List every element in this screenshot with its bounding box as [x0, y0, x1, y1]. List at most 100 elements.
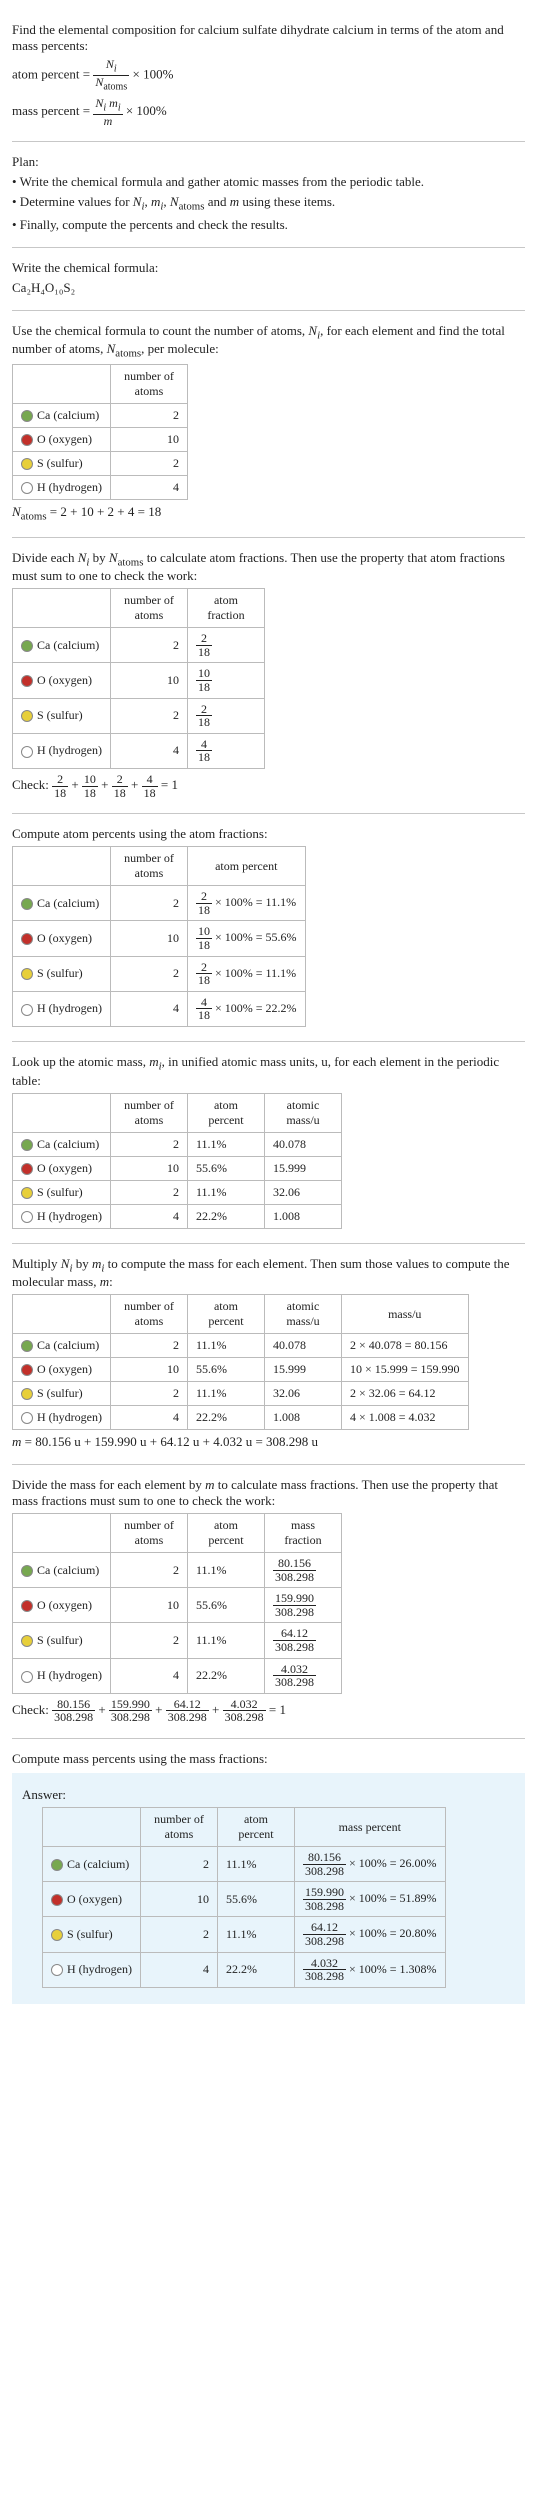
- table-row: H (hydrogen)422.2%1.008: [13, 1204, 342, 1228]
- table-row: H (hydrogen)422.2%1.0084 × 1.008 = 4.032: [13, 1406, 469, 1430]
- dot-icon: [21, 410, 33, 422]
- massfrac-table: number of atomsatom percentmass fraction…: [12, 1513, 342, 1694]
- atomfrac-text: Divide each Ni by Natoms to calculate at…: [12, 550, 525, 585]
- table-row: Ca (calcium)2218: [13, 628, 265, 663]
- atomicmass-section: Look up the atomic mass, mi, in unified …: [12, 1042, 525, 1244]
- dot-icon: [21, 482, 33, 494]
- atom-percent-equation: atom percent = Ni Natoms × 100%: [12, 58, 525, 93]
- table-row: H (hydrogen)4418 × 100% = 22.2%: [13, 991, 306, 1026]
- plan-b1: • Write the chemical formula and gather …: [12, 174, 525, 190]
- dot-icon: [21, 434, 33, 446]
- table-row: H (hydrogen)4: [13, 476, 188, 500]
- dot-icon: [21, 1671, 33, 1683]
- intro-section: Find the elemental composition for calci…: [12, 10, 525, 142]
- dot-icon: [21, 1340, 33, 1352]
- atompct-table: number of atomsatom percent Ca (calcium)…: [12, 846, 306, 1027]
- table-row: Ca (calcium)211.1%80.156308.298 × 100% =…: [43, 1847, 446, 1882]
- table-row: S (sulfur)2: [13, 452, 188, 476]
- atomicmass-table: number of atomsatom percentatomic mass/u…: [12, 1093, 342, 1229]
- molmass-table: number of atomsatom percentatomic mass/u…: [12, 1294, 469, 1430]
- plan-b2: • Determine values for Ni, mi, Natoms an…: [12, 194, 525, 213]
- dot-icon: [21, 1635, 33, 1647]
- molmass-section: Multiply Ni by mi to compute the mass fo…: [12, 1244, 525, 1466]
- atomfrac-check: Check: 218 + 1018 + 218 + 418 = 1: [12, 773, 525, 799]
- mass-percent-equation: mass percent = Ni mi m × 100%: [12, 97, 525, 127]
- table-row: O (oxygen)10: [13, 428, 188, 452]
- table-row: S (sulfur)211.1%32.06: [13, 1180, 342, 1204]
- dot-icon: [51, 1964, 63, 1976]
- dot-icon: [51, 1894, 63, 1906]
- dot-icon: [51, 1929, 63, 1941]
- massfrac-check: Check: 80.156308.298 + 159.990308.298 + …: [12, 1698, 525, 1724]
- dot-icon: [21, 933, 33, 945]
- dot-icon: [21, 1211, 33, 1223]
- table-row: O (oxygen)101018 × 100% = 55.6%: [13, 921, 306, 956]
- table-row: S (sulfur)211.1%64.12308.298: [13, 1623, 342, 1658]
- molmass-sum: m = 80.156 u + 159.990 u + 64.12 u + 4.0…: [12, 1434, 525, 1450]
- table-row: S (sulfur)2218 × 100% = 11.1%: [13, 956, 306, 991]
- atompct-text: Compute atom percents using the atom fra…: [12, 826, 525, 842]
- dot-icon: [21, 640, 33, 652]
- dot-icon: [21, 968, 33, 980]
- dot-icon: [51, 1859, 63, 1871]
- dot-icon: [21, 675, 33, 687]
- atomfrac-table: number of atomsatom fraction Ca (calcium…: [12, 588, 265, 769]
- plan-b3: • Finally, compute the percents and chec…: [12, 217, 525, 233]
- atom-pct-frac: Ni Natoms: [93, 58, 129, 93]
- molmass-text: Multiply Ni by mi to compute the mass fo…: [12, 1256, 525, 1291]
- times-100-a: × 100%: [132, 66, 173, 81]
- dot-icon: [21, 1187, 33, 1199]
- mass-pct-lhs: mass percent =: [12, 103, 90, 118]
- answer-intro: Compute mass percents using the mass fra…: [12, 1751, 525, 1767]
- col-num-atoms: number of atoms: [110, 365, 187, 404]
- formula-section: Write the chemical formula: Ca₂H₄O₁₀S₂: [12, 248, 525, 311]
- dot-icon: [21, 458, 33, 470]
- table-row: O (oxygen)1055.6%159.990308.298 × 100% =…: [43, 1882, 446, 1917]
- dot-icon: [21, 1163, 33, 1175]
- atomicmass-text: Look up the atomic mass, mi, in unified …: [12, 1054, 525, 1089]
- massfrac-section: Divide the mass for each element by m to…: [12, 1465, 525, 1739]
- table-row: Ca (calcium)211.1%40.078: [13, 1132, 342, 1156]
- answer-table: number of atomsatom percentmass percent …: [42, 1807, 446, 1988]
- natoms-sum: Natoms = 2 + 10 + 2 + 4 = 18: [12, 504, 525, 523]
- table-row: S (sulfur)2218: [13, 698, 265, 733]
- dot-icon: [21, 710, 33, 722]
- dot-icon: [21, 898, 33, 910]
- times-100-b: × 100%: [126, 103, 167, 118]
- dot-icon: [21, 1412, 33, 1424]
- dot-icon: [21, 1364, 33, 1376]
- formula-value: Ca₂H₄O₁₀S₂: [12, 280, 525, 296]
- answer-section: Compute mass percents using the mass fra…: [12, 1739, 525, 2014]
- table-row: O (oxygen)1055.6%15.99910 × 15.999 = 159…: [13, 1358, 469, 1382]
- table-row: Ca (calcium)2: [13, 404, 188, 428]
- answer-label: Answer:: [22, 1787, 515, 1803]
- formula-line: Write the chemical formula:: [12, 260, 525, 276]
- atompct-section: Compute atom percents using the atom fra…: [12, 814, 525, 1042]
- table-row: S (sulfur)211.1%32.062 × 32.06 = 64.12: [13, 1382, 469, 1406]
- dot-icon: [21, 746, 33, 758]
- table-row: H (hydrogen)422.2%4.032308.298 × 100% = …: [43, 1952, 446, 1987]
- table-row: O (oxygen)1055.6%15.999: [13, 1156, 342, 1180]
- table-row: O (oxygen)1055.6%159.990308.298: [13, 1588, 342, 1623]
- count-text: Use the chemical formula to count the nu…: [12, 323, 525, 360]
- table-row: Ca (calcium)211.1%40.0782 × 40.078 = 80.…: [13, 1334, 469, 1358]
- atomfrac-section: Divide each Ni by Natoms to calculate at…: [12, 538, 525, 815]
- plan-title: Plan:: [12, 154, 525, 170]
- atom-pct-lhs: atom percent =: [12, 66, 90, 81]
- plan-section: Plan: • Write the chemical formula and g…: [12, 142, 525, 248]
- intro-text: Find the elemental composition for calci…: [12, 22, 525, 54]
- massfrac-text: Divide the mass for each element by m to…: [12, 1477, 525, 1509]
- table-row: Ca (calcium)2218 × 100% = 11.1%: [13, 886, 306, 921]
- table-row: S (sulfur)211.1%64.12308.298 × 100% = 20…: [43, 1917, 446, 1952]
- table-row: H (hydrogen)422.2%4.032308.298: [13, 1658, 342, 1693]
- dot-icon: [21, 1004, 33, 1016]
- table-row: H (hydrogen)4418: [13, 733, 265, 768]
- dot-icon: [21, 1139, 33, 1151]
- count-table: number of atoms Ca (calcium)2 O (oxygen)…: [12, 364, 188, 500]
- mass-pct-frac: Ni mi m: [93, 97, 122, 127]
- table-row: Ca (calcium)211.1%80.156308.298: [13, 1553, 342, 1588]
- dot-icon: [21, 1388, 33, 1400]
- dot-icon: [21, 1600, 33, 1612]
- dot-icon: [21, 1565, 33, 1577]
- answer-box: Answer: number of atomsatom percentmass …: [12, 1773, 525, 2004]
